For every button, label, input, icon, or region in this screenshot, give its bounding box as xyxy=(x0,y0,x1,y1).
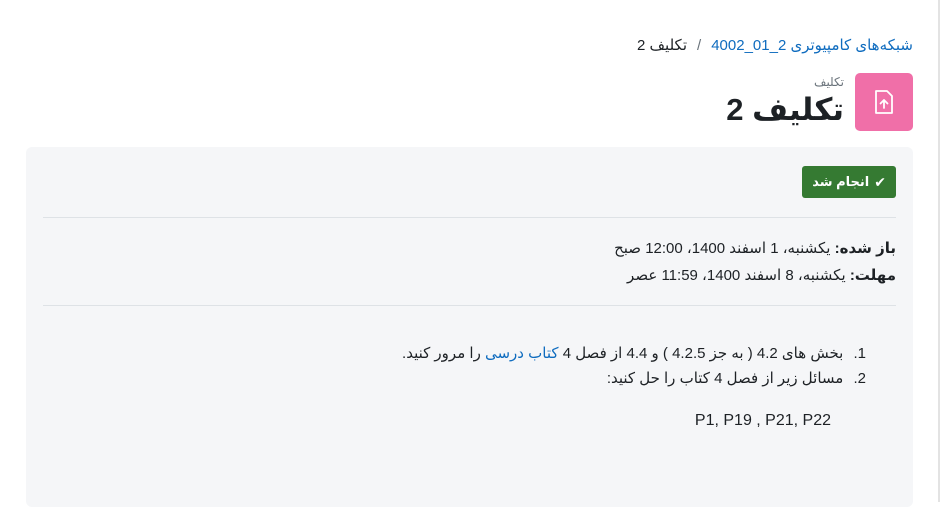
assignment-upload-icon xyxy=(855,73,913,131)
opened-value: یکشنبه، 1 اسفند 1400، 12:00 صبح xyxy=(614,240,831,257)
due-date-row: مهلت: یکشنبه، 8 اسفند 1400، 11:59 عصر xyxy=(614,262,896,289)
list-number: 1. xyxy=(853,345,866,362)
list-item: 1. بخش های 4.2 ( به جز 4.2.5 ) و 4.4 از … xyxy=(402,341,866,366)
breadcrumb-separator: / xyxy=(697,37,702,54)
breadcrumb: شبکه‌های کامپیوتری 2_01_4002 / تکلیف 2 xyxy=(637,36,913,56)
completion-status-label: انجام شد xyxy=(812,174,870,189)
due-label: مهلت: xyxy=(849,267,896,284)
divider xyxy=(43,217,896,218)
check-icon: ✔ xyxy=(874,173,886,190)
due-value: یکشنبه، 8 اسفند 1400، 11:59 عصر xyxy=(627,267,846,284)
textbook-link[interactable]: کتاب درسی xyxy=(485,345,559,362)
list-text: مسائل زیر از فصل 4 کتاب را حل کنید: xyxy=(606,370,844,387)
list-text: را مرور کنید. xyxy=(402,345,481,362)
list-item: 2. مسائل زیر از فصل 4 کتاب را حل کنید: xyxy=(402,366,866,391)
page-header: تکلیف تکلیف 2 xyxy=(726,73,913,131)
assignment-description: 1. بخش های 4.2 ( به جز 4.2.5 ) و 4.4 از … xyxy=(402,341,866,391)
activity-info-panel: ✔ انجام شد باز شده: یکشنبه، 1 اسفند 1400… xyxy=(26,147,913,507)
problem-list: P1, P19 , P21, P22 xyxy=(694,412,831,429)
completion-status-badge: ✔ انجام شد xyxy=(802,166,896,198)
activity-type-label: تکلیف xyxy=(814,75,844,89)
list-number: 2. xyxy=(853,370,866,387)
opened-date-row: باز شده: یکشنبه، 1 اسفند 1400، 12:00 صبح xyxy=(614,235,896,262)
activity-dates: باز شده: یکشنبه، 1 اسفند 1400، 12:00 صبح… xyxy=(614,235,896,289)
opened-label: باز شده: xyxy=(834,240,896,257)
list-text: بخش های 4.2 ( به جز 4.2.5 ) و 4.4 از فصل… xyxy=(562,345,844,362)
breadcrumb-current: تکلیف 2 xyxy=(637,37,688,54)
divider xyxy=(43,305,896,306)
breadcrumb-course-link[interactable]: شبکه‌های کامپیوتری 2_01_4002 xyxy=(711,36,913,56)
page-title: تکلیف 2 xyxy=(726,92,844,127)
